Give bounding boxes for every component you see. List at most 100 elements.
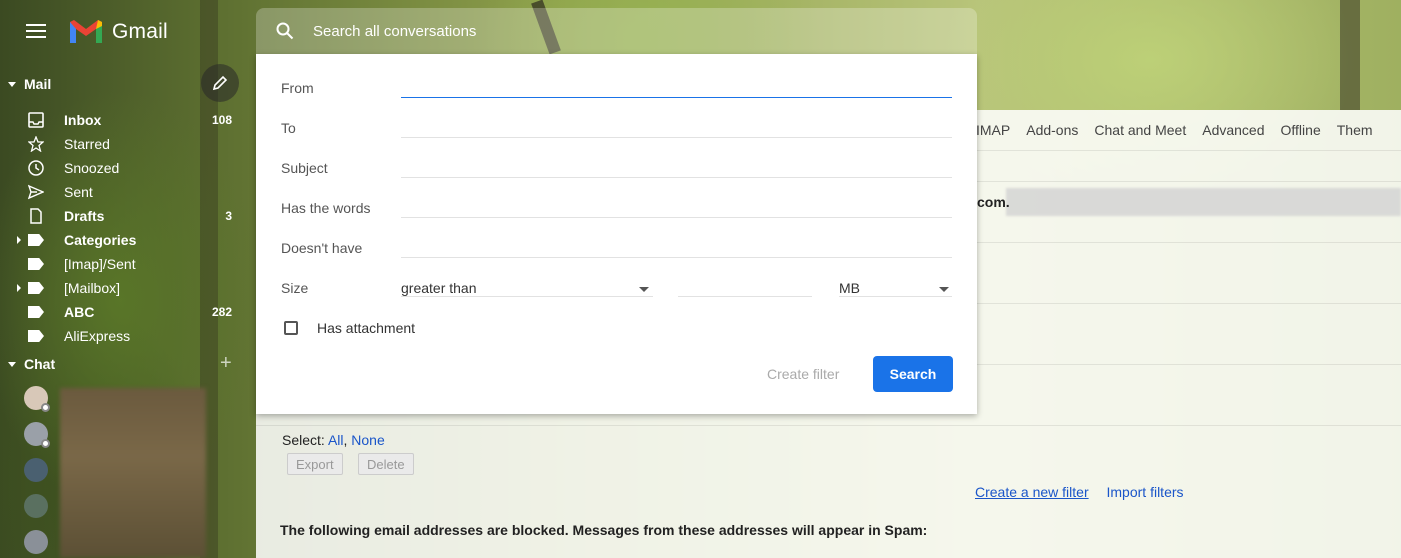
- draft-icon: [30, 208, 42, 224]
- size-operator-underline: [401, 296, 653, 297]
- create-new-filter-link[interactable]: Create a new filter: [975, 484, 1089, 500]
- sidebar-item-label: Inbox: [64, 112, 102, 128]
- compose-button[interactable]: [201, 64, 239, 102]
- doesnt-have-input[interactable]: [401, 257, 952, 258]
- label-icon: [28, 304, 44, 320]
- avatar[interactable]: [24, 458, 48, 482]
- import-filters-link[interactable]: Import filters: [1107, 484, 1184, 500]
- sidebar: Gmail Mail Inbox 108 Starred Snoozed Sen…: [0, 0, 256, 558]
- size-unit-underline: [839, 296, 952, 297]
- from-label: From: [281, 80, 314, 96]
- export-button[interactable]: Export: [287, 453, 343, 475]
- sidebar-item-categories[interactable]: Categories: [0, 228, 256, 252]
- tab-imap[interactable]: IMAP: [976, 122, 1010, 138]
- create-filter-button[interactable]: Create filter: [767, 366, 839, 382]
- collapse-arrow-icon: [8, 81, 16, 87]
- app-name: Gmail: [112, 19, 168, 43]
- sidebar-item-abc[interactable]: ABC 282: [0, 300, 256, 324]
- mail-section-toggle[interactable]: Mail: [8, 76, 51, 92]
- sidebar-item-aliexpress[interactable]: AliExpress: [0, 324, 256, 348]
- label-icon: [28, 256, 44, 272]
- pencil-icon: [212, 75, 228, 91]
- sidebar-item-sent[interactable]: Sent: [0, 180, 256, 204]
- chevron-down-icon[interactable]: [639, 287, 649, 292]
- tab-offline[interactable]: Offline: [1281, 122, 1321, 138]
- select-controls: Select: All, None: [282, 432, 385, 448]
- inbox-icon: [28, 112, 44, 128]
- tab-chat-and-meet[interactable]: Chat and Meet: [1094, 122, 1186, 138]
- tab-add-ons[interactable]: Add-ons: [1026, 122, 1078, 138]
- sidebar-item-label: AliExpress: [64, 328, 131, 344]
- avatar[interactable]: [24, 386, 50, 412]
- search-bar[interactable]: Search all conversations: [256, 8, 977, 54]
- search-button[interactable]: Search: [873, 356, 953, 392]
- sidebar-item-label: Starred: [64, 136, 110, 152]
- settings-tabs: IMAP Add-ons Chat and Meet Advanced Offl…: [976, 122, 1389, 138]
- sidebar-item-inbox[interactable]: Inbox 108: [0, 108, 256, 132]
- collapse-arrow-icon: [8, 361, 16, 367]
- tab-themes[interactable]: Them: [1337, 122, 1373, 138]
- avatar[interactable]: [24, 422, 50, 448]
- chat-contacts: [24, 386, 50, 558]
- sidebar-item-imap-sent[interactable]: [Imap]/Sent: [0, 252, 256, 276]
- avatar[interactable]: [24, 494, 48, 518]
- subject-label: Subject: [281, 160, 328, 176]
- avatar[interactable]: [24, 530, 48, 554]
- size-operator-select[interactable]: greater than: [401, 280, 477, 296]
- unread-count: 108: [211, 113, 232, 127]
- size-label: Size: [281, 280, 309, 296]
- new-chat-plus-icon[interactable]: +: [220, 352, 232, 375]
- chat-section-toggle[interactable]: Chat: [8, 356, 55, 372]
- tab-advanced[interactable]: Advanced: [1202, 122, 1264, 138]
- to-input[interactable]: [401, 137, 952, 138]
- chevron-down-icon[interactable]: [939, 287, 949, 292]
- gmail-m-icon: [70, 20, 102, 43]
- label-icon: [28, 232, 44, 248]
- from-input[interactable]: [401, 97, 952, 98]
- chat-heading: Chat: [24, 356, 56, 372]
- sidebar-item-label: Categories: [64, 232, 137, 248]
- has-attachment-label: Has attachment: [317, 320, 416, 336]
- label-icon: [28, 280, 44, 296]
- sidebar-item-label: [Mailbox]: [64, 280, 121, 296]
- has-words-input[interactable]: [401, 217, 952, 218]
- sidebar-item-label: Sent: [64, 184, 93, 200]
- expand-arrow-icon[interactable]: [17, 236, 21, 244]
- draft-count: 3: [225, 209, 232, 223]
- doesnt-have-label: Doesn't have: [281, 240, 363, 256]
- blurred-email: [1006, 188, 1401, 216]
- select-all-link[interactable]: All: [328, 432, 344, 448]
- mail-nav: Inbox 108 Starred Snoozed Sent Drafts 3 …: [0, 108, 256, 348]
- to-label: To: [281, 120, 296, 136]
- expand-arrow-icon[interactable]: [17, 284, 21, 292]
- advanced-search-panel: From To Subject Has the words Doesn't ha…: [256, 54, 977, 414]
- gmail-logo[interactable]: Gmail: [68, 18, 168, 45]
- select-none-link[interactable]: None: [351, 432, 384, 448]
- divider: [256, 425, 1401, 426]
- sidebar-item-label: ABC: [64, 304, 95, 320]
- search-placeholder: Search all conversations: [313, 23, 477, 40]
- has-words-label: Has the words: [281, 200, 371, 216]
- size-unit-select[interactable]: MB: [839, 280, 860, 296]
- send-icon: [28, 184, 44, 200]
- filter-links: Create a new filter Import filters: [975, 484, 1198, 500]
- sidebar-item-label: Drafts: [64, 208, 105, 224]
- mail-heading: Mail: [24, 76, 52, 92]
- sidebar-item-label: Snoozed: [64, 160, 120, 176]
- label-icon: [28, 328, 44, 344]
- email-fragment: com.: [977, 194, 1010, 210]
- star-icon: [28, 136, 44, 152]
- subject-input[interactable]: [401, 177, 952, 178]
- blocked-addresses-heading: The following email addresses are blocke…: [280, 522, 928, 538]
- blurred-contact-names: [60, 388, 206, 558]
- has-attachment-checkbox[interactable]: [284, 321, 298, 335]
- select-label: Select:: [282, 432, 325, 448]
- delete-button[interactable]: Delete: [358, 453, 414, 475]
- sidebar-item-snoozed[interactable]: Snoozed: [0, 156, 256, 180]
- menu-icon[interactable]: [26, 24, 46, 38]
- sidebar-item-starred[interactable]: Starred: [0, 132, 256, 156]
- sidebar-item-mailbox[interactable]: [Mailbox]: [0, 276, 256, 300]
- size-value-input[interactable]: [678, 296, 812, 297]
- sidebar-item-drafts[interactable]: Drafts 3: [0, 204, 256, 228]
- search-icon[interactable]: [276, 22, 294, 40]
